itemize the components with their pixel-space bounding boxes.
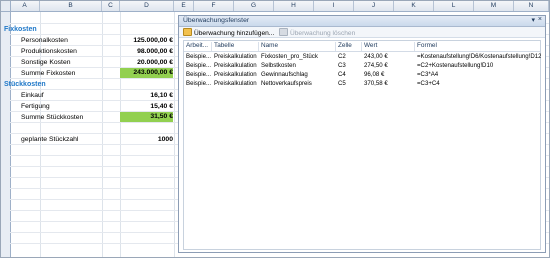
cell-value-geplante-stueckzahl[interactable]: 1000 xyxy=(120,135,173,144)
watch-row-formula: =C3+C4 xyxy=(417,80,440,87)
cell-label-einkauf[interactable]: Einkauf xyxy=(21,91,44,100)
cell-label-produktionskosten[interactable]: Produktionskosten xyxy=(21,47,77,56)
watch-row-workbook: Beispie... xyxy=(186,62,212,69)
cell-label-geplante-stueckzahl[interactable]: geplante Stückzahl xyxy=(21,135,78,144)
watch-row-cell: C2 xyxy=(338,53,346,60)
watch-row-cell: C3 xyxy=(338,62,346,69)
watch-row-value: 274,50 € xyxy=(364,62,388,69)
column-header-k[interactable]: K xyxy=(394,1,434,11)
watch-row-workbook: Beispie... xyxy=(186,71,212,78)
watch-row-name: Gewinnaufschlag xyxy=(261,71,308,78)
column-header-n[interactable]: N xyxy=(514,1,549,11)
cell-value-produktionskosten[interactable]: 98.000,00 € xyxy=(120,47,173,56)
stueckkosten-heading: Stückkosten xyxy=(4,81,46,88)
cell-value-sonstige-kosten[interactable]: 20.000,00 € xyxy=(120,58,173,67)
column-header-j[interactable]: J xyxy=(354,1,394,11)
column-header-m[interactable]: M xyxy=(474,1,514,11)
column-header-f[interactable]: F xyxy=(194,1,234,11)
watch-row-value: 243,00 € xyxy=(364,53,388,60)
watch-row-name: Selbstkosten xyxy=(261,62,296,69)
watch-row-workbook: Beispie... xyxy=(186,53,212,60)
column-header-g[interactable]: G xyxy=(234,1,274,11)
cell-value-summe-stueckkosten[interactable]: 31,50 € xyxy=(120,112,173,122)
watch-row-formula: =C2+Kostenaufstellung!D10 xyxy=(417,62,494,69)
watch-row-formula: =Kostenaufstellung!D6/Kostenaufstellung!… xyxy=(417,53,541,60)
column-header-e[interactable]: E xyxy=(174,1,194,11)
add-watch-icon xyxy=(183,28,192,36)
cell-value-summe-fixkosten[interactable]: 243.000,00 € xyxy=(120,68,173,78)
column-header-a[interactable]: A xyxy=(10,1,40,11)
cell-label-summe-fixkosten[interactable]: Summe Fixkosten xyxy=(21,69,75,78)
watch-row-sheet: Preiskalkulation xyxy=(214,71,257,78)
cell-label-summe-stueckkosten[interactable]: Summe Stückkosten xyxy=(21,113,83,122)
dropdown-arrow-icon[interactable]: ▾ xyxy=(531,16,535,24)
watch-row-workbook: Beispie... xyxy=(186,80,212,87)
watch-row-formula: =C3*A4 xyxy=(417,71,439,78)
watch-row-value: 96,08 € xyxy=(364,71,385,78)
spreadsheet-window: A B C D E F G H I J K L M N Fixkosten Pe… xyxy=(0,0,550,258)
column-header-b[interactable]: B xyxy=(40,1,102,11)
watch-window: Überwachungsfenster ▾ × Überwachung hinz… xyxy=(178,15,546,253)
cell-label-fertigung[interactable]: Fertigung xyxy=(21,102,50,111)
add-watch-button[interactable]: Überwachung hinzufügen... xyxy=(183,28,274,37)
watch-list[interactable]: Arbeit... Tabelle Name Zelle Wert Formel… xyxy=(183,40,541,250)
watch-window-titlebar[interactable]: Überwachungsfenster ▾ × xyxy=(179,16,545,27)
fixkosten-heading: Fixkosten xyxy=(4,26,37,33)
column-sheet[interactable]: Tabelle xyxy=(212,42,259,51)
column-header-i[interactable]: I xyxy=(314,1,354,11)
cell-value-personalkosten[interactable]: 125.000,00 € xyxy=(120,36,173,45)
watch-row-sheet: Preiskalkulation xyxy=(214,80,257,87)
cell-label-personalkosten[interactable]: Personalkosten xyxy=(21,36,68,45)
watch-row-value: 370,58 € xyxy=(364,80,388,87)
watch-toolbar: Überwachung hinzufügen... Überwachung lö… xyxy=(179,27,545,38)
cell-value-einkauf[interactable]: 16,10 € xyxy=(120,91,173,100)
column-value[interactable]: Wert xyxy=(362,42,415,51)
column-header-c[interactable]: C xyxy=(102,1,120,11)
column-header-h[interactable]: H xyxy=(274,1,314,11)
delete-watch-icon xyxy=(279,28,288,36)
column-workbook[interactable]: Arbeit... xyxy=(184,42,212,51)
column-header-l[interactable]: L xyxy=(434,1,474,11)
cell-label-sonstige-kosten[interactable]: Sonstige Kosten xyxy=(21,58,71,67)
column-name[interactable]: Name xyxy=(259,42,336,51)
cell-value-fertigung[interactable]: 15,40 € xyxy=(120,102,173,111)
column-formula[interactable]: Formel xyxy=(415,42,541,51)
watch-row-cell: C4 xyxy=(338,71,346,78)
watch-row-cell: C5 xyxy=(338,80,346,87)
close-icon[interactable]: × xyxy=(538,16,542,23)
watch-row-sheet: Preiskalkulation xyxy=(214,53,257,60)
column-header-bar: A B C D E F G H I J K L M N xyxy=(1,1,549,12)
delete-watch-button[interactable]: Überwachung löschen xyxy=(279,28,355,37)
watch-row-name: Nettoverkaufspreis xyxy=(261,80,312,87)
watch-list-header: Arbeit... Tabelle Name Zelle Wert Formel xyxy=(184,41,540,52)
column-cell[interactable]: Zelle xyxy=(336,42,362,51)
column-header-d[interactable]: D xyxy=(120,1,174,11)
watch-window-title: Überwachungsfenster xyxy=(183,17,250,24)
watch-row-name: Fixkosten_pro_Stück xyxy=(261,53,318,60)
watch-row-sheet: Preiskalkulation xyxy=(214,62,257,69)
